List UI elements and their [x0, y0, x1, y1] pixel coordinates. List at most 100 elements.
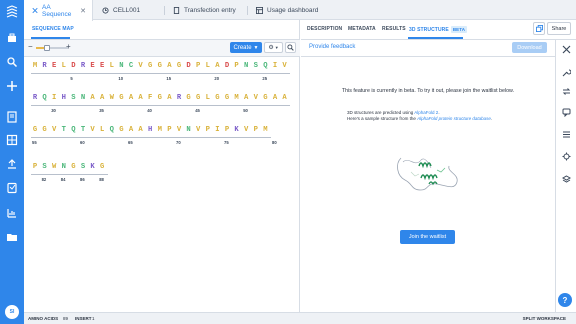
residue[interactable]: Q	[69, 126, 77, 134]
residue[interactable]: F	[146, 94, 154, 102]
residue[interactable]: G	[41, 126, 49, 134]
residue[interactable]: M	[31, 62, 39, 70]
split-workspace-button[interactable]: SPLIT WORKSPACE	[523, 316, 566, 321]
residue[interactable]: H	[146, 126, 154, 134]
residue[interactable]: A	[137, 94, 145, 102]
residue[interactable]: N	[242, 62, 250, 70]
residue[interactable]: I	[271, 62, 279, 70]
residue[interactable]: G	[223, 94, 231, 102]
upload-icon[interactable]	[6, 158, 18, 170]
residue[interactable]: G	[185, 94, 193, 102]
sequence-row[interactable]: GGVTQTVLQGAAHMPVNVPIPKVPM	[31, 126, 271, 136]
residue[interactable]: D	[223, 62, 231, 70]
residue[interactable]: P	[165, 126, 173, 134]
residue[interactable]: N	[79, 94, 87, 102]
residue[interactable]: I	[50, 94, 58, 102]
sequence-row[interactable]: RQIHSNAAWGAAFGARGGLGGMAVGAA	[31, 94, 290, 104]
tab-description[interactable]: DESCRIPTION	[307, 26, 342, 32]
residue[interactable]: G	[175, 62, 183, 70]
residue[interactable]: R	[41, 62, 49, 70]
residue[interactable]: V	[242, 126, 250, 134]
residue[interactable]: W	[50, 163, 58, 171]
notebook-icon[interactable]	[6, 111, 18, 123]
residue[interactable]: A	[127, 94, 135, 102]
residue[interactable]: V	[50, 126, 58, 134]
download-button[interactable]: Download	[512, 42, 547, 53]
residue[interactable]: R	[31, 94, 39, 102]
comments-icon[interactable]	[562, 108, 571, 117]
residue[interactable]: P	[223, 126, 231, 134]
residue[interactable]: K	[89, 163, 97, 171]
tab-usage-dashboard[interactable]: Usage dashboard	[248, 0, 338, 20]
residue[interactable]: A	[89, 94, 97, 102]
residue[interactable]: P	[204, 126, 212, 134]
tab-results[interactable]: RESULTS	[382, 26, 406, 32]
residue[interactable]: T	[79, 126, 87, 134]
residue[interactable]: S	[41, 163, 49, 171]
residue[interactable]: N	[60, 163, 68, 171]
add-icon[interactable]	[6, 80, 18, 92]
create-button[interactable]: Create ▼	[230, 42, 262, 53]
residue[interactable]: K	[233, 126, 241, 134]
residue[interactable]: L	[98, 126, 106, 134]
tab-cell001[interactable]: CELL001	[94, 0, 164, 20]
tab-sequence-map[interactable]: SEQUENCE MAP	[32, 26, 74, 32]
tab-aa-sequence[interactable]: AA Sequence ✕	[24, 0, 93, 21]
residue[interactable]: P	[31, 163, 39, 171]
residue[interactable]: N	[117, 62, 125, 70]
tab-transfection-entry[interactable]: Transfection entry	[165, 0, 247, 20]
residue[interactable]: Q	[108, 126, 116, 134]
residue[interactable]: G	[213, 94, 221, 102]
tab-metadata[interactable]: METADATA	[348, 26, 376, 32]
residue[interactable]: D	[69, 62, 77, 70]
residue[interactable]: P	[194, 62, 202, 70]
residue[interactable]: V	[194, 126, 202, 134]
history-icon[interactable]	[562, 87, 571, 96]
residue[interactable]: G	[261, 94, 269, 102]
provide-feedback-link[interactable]: Provide feedback	[309, 44, 355, 50]
registry-icon[interactable]	[6, 134, 18, 146]
settings-button[interactable]: ⚙ ▼	[264, 42, 283, 53]
residue[interactable]: L	[204, 62, 212, 70]
copy-button[interactable]	[533, 22, 545, 35]
user-avatar[interactable]: SI	[5, 305, 19, 319]
residue[interactable]: A	[165, 94, 173, 102]
alphafold-link[interactable]: AlphaFold 2	[414, 110, 438, 115]
tools-icon[interactable]	[562, 68, 571, 77]
residue[interactable]: L	[108, 62, 116, 70]
residue[interactable]: G	[146, 62, 154, 70]
target-icon[interactable]	[562, 152, 571, 161]
residue[interactable]: A	[271, 94, 279, 102]
residue[interactable]: A	[137, 126, 145, 134]
residue[interactable]: L	[60, 62, 68, 70]
residue[interactable]: G	[117, 94, 125, 102]
insights-icon[interactable]	[6, 207, 18, 219]
residue[interactable]: C	[127, 62, 135, 70]
residue[interactable]: A	[165, 62, 173, 70]
residue[interactable]: R	[175, 94, 183, 102]
residue[interactable]: Q	[41, 94, 49, 102]
residue[interactable]: A	[213, 62, 221, 70]
residue[interactable]: G	[98, 163, 106, 171]
residue[interactable]: V	[137, 62, 145, 70]
residue[interactable]: E	[50, 62, 58, 70]
sequence-row[interactable]: PSWNGSKG	[31, 163, 108, 173]
residue[interactable]: H	[60, 94, 68, 102]
residue[interactable]: E	[89, 62, 97, 70]
residue[interactable]: S	[252, 62, 260, 70]
residue[interactable]: D	[185, 62, 193, 70]
residue[interactable]: M	[261, 126, 269, 134]
residue[interactable]: G	[31, 126, 39, 134]
residue[interactable]: P	[252, 126, 260, 134]
close-icon[interactable]	[562, 45, 571, 54]
residue[interactable]: W	[108, 94, 116, 102]
list-icon[interactable]	[562, 130, 571, 139]
residue[interactable]: N	[185, 126, 193, 134]
residue[interactable]: A	[242, 94, 250, 102]
residue[interactable]: M	[156, 126, 164, 134]
join-waitlist-button[interactable]: Join the waitlist	[400, 230, 455, 244]
residue[interactable]: V	[252, 94, 260, 102]
residue[interactable]: I	[213, 126, 221, 134]
residue[interactable]: V	[175, 126, 183, 134]
residue[interactable]: T	[60, 126, 68, 134]
